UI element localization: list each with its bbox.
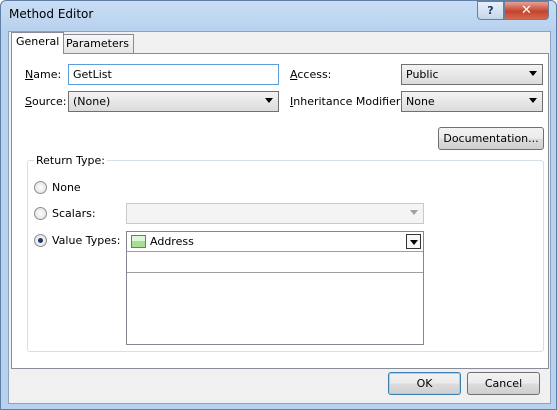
title-bar[interactable]: Method Editor ? ✕ [1,1,556,29]
name-field[interactable]: GetList [68,64,279,85]
source-label: Source: [25,95,67,108]
return-type-title: Return Type: [34,154,107,167]
value-type-item: Address [150,235,194,248]
tab-general[interactable]: General [11,32,65,54]
chevron-down-icon [410,210,418,215]
access-select[interactable]: Public [401,64,543,85]
name-field-value: GetList [73,68,112,81]
scalars-radio-label: Scalars: [52,207,96,220]
chevron-down-icon [529,98,537,103]
value-types-radio-label: Value Types: [52,234,121,247]
documentation-button[interactable]: Documentation... [438,127,544,150]
access-select-value: Public [406,68,439,81]
tab-parameters[interactable]: Parameters [61,34,134,54]
none-radio[interactable] [34,181,47,194]
value-type-swatch-icon [131,235,146,248]
help-button[interactable]: ? [477,1,504,20]
value-types-radio[interactable] [34,234,47,247]
close-button[interactable]: ✕ [504,1,549,20]
source-select-value: (None) [73,95,111,108]
value-types-listbox[interactable]: Address [126,231,424,345]
general-tab-panel: Name: GetList Access: Public Source: (No… [11,53,549,369]
scalars-select[interactable] [126,203,424,224]
ok-button[interactable]: OK [388,372,461,395]
dialog-client-area: General Parameters Name: GetList Access:… [8,31,551,404]
close-icon: ✕ [521,3,532,18]
tab-parameters-label: Parameters [66,37,129,50]
cancel-button[interactable]: Cancel [467,372,540,395]
tab-general-label: General [16,35,60,48]
name-label: Name: [25,68,62,81]
source-select[interactable]: (None) [68,91,279,112]
value-types-selected-row[interactable]: Address [127,232,423,252]
value-types-empty-row[interactable] [127,252,423,273]
inheritance-modifier-select[interactable]: None [401,91,543,112]
method-editor-window: Method Editor ? ✕ General Parameters Nam… [0,0,557,410]
dropdown-arrow-icon[interactable] [406,234,421,249]
chevron-down-icon [529,71,537,76]
chevron-down-icon [265,98,273,103]
inheritance-modifier-label: Inheritance Modifier: [290,95,404,108]
none-radio-label: None [52,181,81,194]
window-title: Method Editor [9,7,94,21]
inheritance-modifier-value: None [406,95,435,108]
access-label: Access: [290,68,332,81]
help-icon: ? [487,4,494,17]
scalars-radio[interactable] [34,207,47,220]
